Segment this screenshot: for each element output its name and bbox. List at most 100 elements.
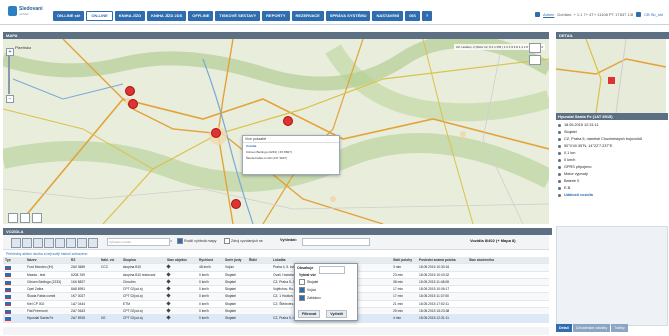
table-row[interactable]: Kiel CP 002 1A7 0444 ETM 0 km/h Stojatel CZ, … xyxy=(3,301,549,309)
column-header[interactable]: RZ xyxy=(69,257,99,263)
map-tool-button[interactable] xyxy=(20,213,30,223)
table-cell: Ford Mondeo (IH) xyxy=(27,265,54,270)
column-header[interactable]: Typ xyxy=(3,257,25,263)
checkbox[interactable] xyxy=(177,238,183,244)
gps-icon xyxy=(558,145,561,148)
map-place-label: Plzeňsko xyxy=(15,45,32,50)
flag-icon xyxy=(5,316,11,321)
map-view[interactable] xyxy=(3,39,549,224)
table-row[interactable]: Citroen Berlingo (2233) 1K6 8827 Chrudim 0 … xyxy=(3,278,549,287)
map-layer-button[interactable] xyxy=(529,43,541,53)
zoom-slider[interactable] xyxy=(8,56,10,94)
detail-tab[interactable]: Detail xyxy=(556,324,572,332)
toolbar-button[interactable] xyxy=(22,238,32,248)
table-cell xyxy=(467,301,497,307)
checkbox[interactable] xyxy=(299,279,305,285)
table-cell xyxy=(467,293,497,299)
table-cell xyxy=(99,286,121,292)
zoom-out-button[interactable]: − xyxy=(6,95,14,103)
filter-apply-button[interactable]: Filtrovat xyxy=(298,310,321,318)
flag-icon xyxy=(5,272,11,278)
table-cell: 0 km/h xyxy=(199,316,209,321)
app-logo[interactable]: Sledovani vozidel xyxy=(8,4,48,20)
user-name[interactable]: Admin xyxy=(543,12,554,17)
table-row[interactable]: Ford Mondeo (IH) 2A0 3669 CC3 skupina B10 48… xyxy=(3,264,549,272)
nav-item[interactable]: TISKOVÉ SESTAVY xyxy=(215,11,261,21)
nav-item[interactable]: KNIHA JÍZD xyxy=(114,11,146,21)
state-icon xyxy=(166,286,171,291)
nav-item[interactable]: ON-LINE stě xyxy=(53,11,85,21)
toolbar-button[interactable] xyxy=(11,238,21,248)
vehicle-marker[interactable] xyxy=(125,86,135,96)
column-header[interactable]: Stav zbočeného xyxy=(467,257,497,263)
detail-tab[interactable]: Uživatelské záložky xyxy=(572,324,611,332)
detail-row: GPRS připojeno xyxy=(558,164,666,171)
column-header[interactable]: Směr jízdy xyxy=(223,257,247,263)
checkbox[interactable] xyxy=(224,238,230,244)
checkbox[interactable] xyxy=(299,287,305,293)
find-input[interactable] xyxy=(302,238,370,246)
table-cell: CPT 02(od.a) xyxy=(123,287,143,292)
detail-map-thumbnail[interactable] xyxy=(556,39,666,113)
column-header[interactable]: Poslední známá poloha xyxy=(417,257,467,263)
object-state-icon xyxy=(165,301,197,307)
vehicle-marker[interactable] xyxy=(128,99,138,109)
table-cell: Stojatel xyxy=(225,316,236,321)
map-tool-button[interactable] xyxy=(8,213,18,223)
table-row[interactable]: Opel Zafira 8A8 8951 CPT 02(od.a) 0 km/h Sto… xyxy=(3,286,549,294)
column-header[interactable]: Stav objektu xyxy=(165,257,197,263)
flag-icon[interactable] xyxy=(636,12,642,17)
toolbar-button[interactable] xyxy=(44,238,54,248)
filter-clear-button[interactable]: Vyčistit xyxy=(326,310,347,318)
nav-item[interactable]: REZERVACE xyxy=(291,11,324,21)
search-icon[interactable] xyxy=(88,238,98,248)
detail-panel-header: DETAIL xyxy=(556,32,669,39)
column-header[interactable]: Řidič xyxy=(247,257,271,263)
column-header[interactable]: Stáří polohy xyxy=(391,257,417,263)
toolbar-button[interactable] xyxy=(33,238,43,248)
table-row[interactable]: Hyundai Santa Fe 2A7 8915 0G CPT 02(od.a) 0 … xyxy=(3,315,549,323)
column-header[interactable]: Rychlost xyxy=(197,257,223,263)
detail-tab[interactable]: Trafiky xyxy=(611,324,628,332)
vehicle-marker[interactable] xyxy=(283,116,293,126)
filter-item[interactable]: Zablokov xyxy=(295,294,357,302)
column-header[interactable]: Nákl. víc xyxy=(99,257,121,263)
toolbar-button[interactable] xyxy=(77,238,87,248)
option-map-search[interactable]: Rodič vyhledá mapy xyxy=(177,238,216,244)
clear-search-icon[interactable]: × xyxy=(170,238,172,243)
popup-item[interactable]: Škoda Fabia combi (147 3027) xyxy=(243,155,339,161)
table-row[interactable]: Fiat Freemont 2A7 0643 CPT 02(od.a) 0 km/h S… xyxy=(3,308,549,316)
vehicle-marker[interactable] xyxy=(231,199,241,209)
status-icon xyxy=(558,131,561,134)
flag-icon xyxy=(5,279,11,285)
nav-item[interactable]: ON-LINE xyxy=(86,11,113,21)
detail-row[interactable]: Události vozidla xyxy=(558,192,666,199)
filter-operator-select[interactable] xyxy=(319,266,345,274)
zoom-in-button[interactable]: + xyxy=(6,48,14,56)
table-row[interactable]: Mazda - test 6208-769 skupina B10 testovan… xyxy=(3,271,549,279)
filter-item[interactable]: Stojatel xyxy=(295,278,357,286)
filter-item[interactable]: Vojúci xyxy=(295,286,357,294)
toolbar-button[interactable] xyxy=(66,238,76,248)
language-switch[interactable]: CB Sb_shl xyxy=(644,12,663,17)
column-header[interactable]: Skupina xyxy=(121,257,165,263)
nav-item[interactable]: ? xyxy=(421,11,433,21)
nav-item[interactable]: KNIHA JÍZD 2DS xyxy=(147,11,187,21)
vehicle-search-input[interactable]: Vyhledat vozidla xyxy=(107,238,170,246)
map-fullscreen-button[interactable] xyxy=(529,55,541,65)
nav-item[interactable]: REPORTY xyxy=(262,11,290,21)
map-tool-button[interactable] xyxy=(32,213,42,223)
nav-item[interactable]: OFFLINE xyxy=(188,11,214,21)
table-cell: 25 min xyxy=(393,309,403,314)
checkbox[interactable] xyxy=(299,295,305,301)
option-source[interactable]: Zdroj vyvolaných se xyxy=(224,238,263,244)
nav-item[interactable]: NASTAVENÍ xyxy=(372,11,404,21)
nav-item[interactable]: SPRÁVA SYSTÉMU xyxy=(325,11,371,21)
vehicle-marker[interactable] xyxy=(211,128,221,138)
detail-row: E.B. xyxy=(558,185,666,192)
nav-item[interactable]: GIS xyxy=(405,11,420,21)
toolbar-button[interactable] xyxy=(55,238,65,248)
detail-tabs: Detail Uživatelské záložky Trafiky xyxy=(556,324,628,332)
column-header[interactable]: Název xyxy=(25,257,69,263)
table-row[interactable]: Škoda Fabia combi 1K7 3027 CPT 02(od.a) 0 k… xyxy=(3,293,549,301)
